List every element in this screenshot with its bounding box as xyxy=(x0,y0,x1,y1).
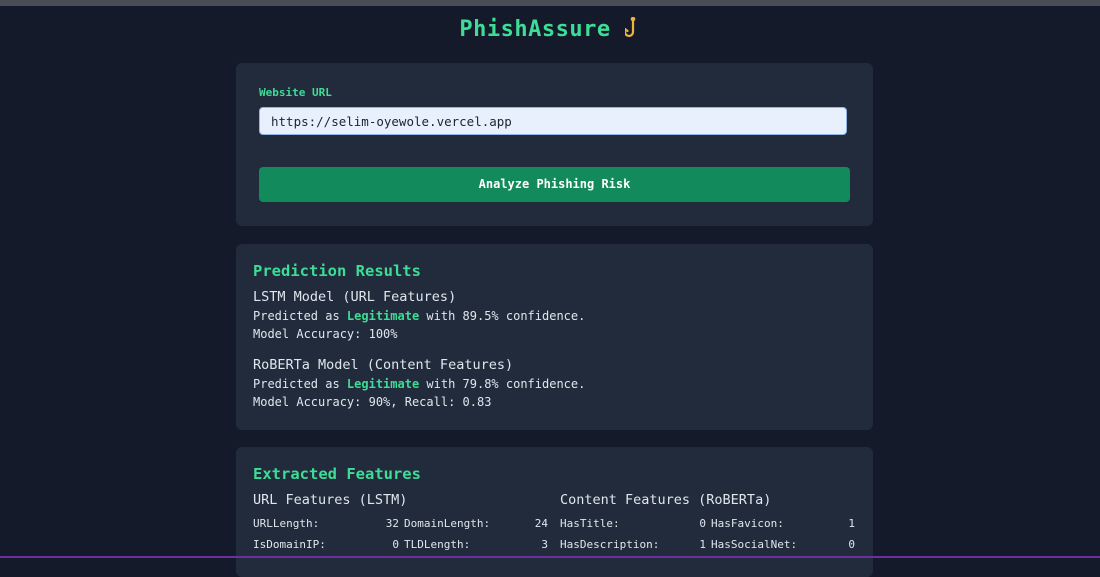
feature-value: 1 xyxy=(848,517,855,530)
feature-row: HasDescription: 1 xyxy=(560,537,706,553)
feature-row: HasFavicon: 1 xyxy=(711,516,855,532)
feature-row: URLLength: 32 xyxy=(253,516,399,532)
content-features-title: Content Features (RoBERTa) xyxy=(560,492,772,508)
feature-name: HasFavicon: xyxy=(711,517,784,530)
analyze-button[interactable]: Analyze Phishing Risk xyxy=(259,167,850,202)
feature-value: 32 xyxy=(385,517,399,530)
feature-value: 1 xyxy=(699,538,706,551)
prediction-results-card: Prediction Results LSTM Model (URL Featu… xyxy=(236,244,873,430)
feature-row: HasSocialNet: 0 xyxy=(711,537,855,553)
roberta-pred-suffix: with 79.8% confidence. xyxy=(419,377,586,391)
url-label: Website URL xyxy=(259,86,332,99)
app-title: PhishAssure xyxy=(0,16,1100,42)
feature-row: HasTitle: 0 xyxy=(560,516,706,532)
roberta-pred-label: Legitimate xyxy=(346,377,420,391)
feature-name: HasDescription: xyxy=(560,538,660,551)
window-top-bar xyxy=(0,0,1100,6)
url-form-card: Website URL https://selim-oyewole.vercel… xyxy=(236,63,873,226)
roberta-prediction: Predicted as Legitimate with 79.8% confi… xyxy=(253,377,585,391)
lstm-model-title: LSTM Model (URL Features) xyxy=(253,289,457,305)
roberta-model-title: RoBERTa Model (Content Features) xyxy=(253,357,514,373)
lstm-pred-label: Legitimate xyxy=(346,309,420,323)
feature-name: HasSocialNet: xyxy=(711,538,798,551)
feature-name: IsDomainIP: xyxy=(253,538,326,551)
url-features-title: URL Features (LSTM) xyxy=(253,492,408,508)
feature-value: 3 xyxy=(541,538,548,551)
feature-name: TLDLength: xyxy=(404,538,471,551)
feature-row: DomainLength: 24 xyxy=(404,516,548,532)
feature-name: DomainLength: xyxy=(404,517,491,530)
feature-name: HasTitle: xyxy=(560,517,620,530)
feature-row: IsDomainIP: 0 xyxy=(253,537,399,553)
lstm-prediction: Predicted as Legitimate with 89.5% confi… xyxy=(253,309,585,323)
roberta-accuracy: Model Accuracy: 90%, Recall: 0.83 xyxy=(253,395,492,409)
lstm-pred-prefix: Predicted as xyxy=(253,309,347,323)
feature-value: 0 xyxy=(848,538,855,551)
roberta-pred-prefix: Predicted as xyxy=(253,377,347,391)
feature-value: 0 xyxy=(392,538,399,551)
url-input[interactable]: https://selim-oyewole.vercel.app xyxy=(259,107,847,135)
feature-value: 24 xyxy=(534,517,548,530)
feature-row: TLDLength: 3 xyxy=(404,537,548,553)
extracted-features-title: Extracted Features xyxy=(253,465,421,483)
feature-name: URLLength: xyxy=(253,517,320,530)
lstm-accuracy: Model Accuracy: 100% xyxy=(253,327,398,341)
lstm-pred-suffix: with 89.5% confidence. xyxy=(419,309,586,323)
fishing-hook-icon xyxy=(623,16,641,42)
app-title-text: PhishAssure xyxy=(459,17,611,42)
feature-value: 0 xyxy=(699,517,706,530)
prediction-results-title: Prediction Results xyxy=(253,262,421,280)
